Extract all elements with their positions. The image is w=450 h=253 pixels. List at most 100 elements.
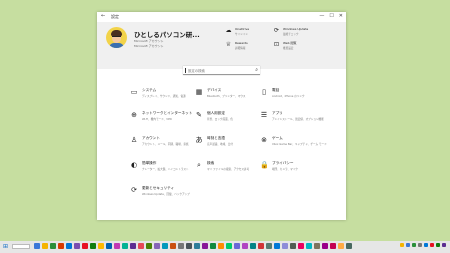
taskbar-app-icon[interactable] (314, 243, 320, 249)
maximize-button[interactable]: ☐ (329, 13, 333, 19)
tray-icon[interactable] (400, 243, 404, 247)
taskbar-app-icon[interactable] (266, 243, 272, 249)
quick-link-rewards[interactable]: ♕ Rewards 詳細情報 (225, 41, 248, 50)
avatar-glasses (112, 36, 121, 38)
taskbar: ⊞ (0, 241, 450, 253)
window-title: 設定 (111, 14, 119, 19)
title-bar: ← 設定 — ☐ ✕ (97, 12, 346, 22)
taskbar-app-icon[interactable] (138, 243, 144, 249)
accessibility-icon: ◐ (130, 161, 138, 169)
taskbar-app-icon[interactable] (98, 243, 104, 249)
taskbar-app-icon[interactable] (258, 243, 264, 249)
taskbar-app-icon[interactable] (42, 243, 48, 249)
quick-link-sub: 詳細情報 (235, 47, 246, 50)
gaming-icon: ⊗ (261, 136, 267, 144)
category-search[interactable]: ⌕ 検索 マイ ファイルの検索、アクセス許可 (195, 161, 249, 171)
taskbar-app-icon[interactable] (298, 243, 304, 249)
account-link[interactable]: Microsoft アカウント (134, 44, 164, 48)
taskbar-app-icon[interactable] (82, 243, 88, 249)
person-icon: ♙ (130, 136, 138, 144)
keyboard-icon: ▦ (195, 88, 203, 96)
taskbar-app-icon[interactable] (274, 243, 280, 249)
taskbar-app-icon[interactable] (66, 243, 72, 249)
quick-link-web-browsing[interactable]: ⊡ Web 閲覧 推奨設定 (273, 41, 297, 50)
search-category-icon: ⌕ (197, 161, 201, 169)
taskbar-app-icon[interactable] (186, 243, 192, 249)
cloud-icon: ☁ (225, 27, 232, 34)
avatar-shirt (109, 43, 124, 48)
taskbar-app-icon[interactable] (210, 243, 216, 249)
taskbar-app-icon[interactable] (90, 243, 96, 249)
taskbar-app-icon[interactable] (122, 243, 128, 249)
search-icon[interactable]: ⌕ (255, 67, 258, 73)
tray-icons (400, 243, 446, 247)
taskbar-app-icon[interactable] (194, 243, 200, 249)
taskbar-app-icon[interactable] (74, 243, 80, 249)
tray-icon[interactable] (442, 243, 446, 247)
taskbar-app-icon[interactable] (154, 243, 160, 249)
account-name: ひとしるパソコン研... (134, 31, 200, 39)
time-language-icon: あ (195, 136, 203, 144)
taskbar-app-icon[interactable] (162, 243, 168, 249)
category-network[interactable]: ⊕ ネットワークとインターネット Wi-Fi、機内モード、VPN (130, 111, 192, 121)
tray-icon[interactable] (418, 243, 422, 247)
taskbar-app-icon[interactable] (106, 243, 112, 249)
close-button[interactable]: ✕ (339, 13, 343, 19)
taskbar-app-icon[interactable] (290, 243, 296, 249)
category-apps[interactable]: ☰ アプリ アンインストール、既定値、オプション機能 (260, 111, 324, 121)
taskbar-app-icon[interactable] (322, 243, 328, 249)
category-gaming[interactable]: ⊗ ゲーム Xbox Game Bar、キャプチャ、ゲーム モード (260, 136, 327, 146)
taskbar-app-icon[interactable] (242, 243, 248, 249)
category-description: Xbox Game Bar、キャプチャ、ゲーム モード (272, 143, 327, 146)
taskbar-app-icon[interactable] (282, 243, 288, 249)
taskbar-app-icon[interactable] (58, 243, 64, 249)
taskbar-app-icon[interactable] (306, 243, 312, 249)
quick-link-windows-update[interactable]: ⟳ Windows Update 最終チェック (273, 27, 308, 36)
tray-icon[interactable] (412, 243, 416, 247)
taskbar-app-icon[interactable] (146, 243, 152, 249)
category-time-language[interactable]: あ 時刻と言語 音声認識、地域、日付 (195, 136, 233, 146)
settings-search[interactable]: 設定の検索 ⌕ (183, 66, 260, 75)
quick-link-sub: サインイン (235, 33, 248, 36)
taskbar-app-icon[interactable] (178, 243, 184, 249)
taskbar-app-icon[interactable] (34, 243, 40, 249)
taskbar-app-icon[interactable] (218, 243, 224, 249)
taskbar-app-icon[interactable] (50, 243, 56, 249)
taskbar-app-icon[interactable] (250, 243, 256, 249)
category-title: アプリ (272, 111, 283, 115)
back-button[interactable]: ← (101, 13, 105, 19)
quick-link-onedrive[interactable]: ☁ OneDrive サインイン (225, 27, 250, 36)
taskbar-app-icon[interactable] (202, 243, 208, 249)
search-placeholder: 設定の検索 (188, 69, 205, 73)
taskbar-app-icon[interactable] (330, 243, 336, 249)
refresh-icon: ⟳ (131, 186, 137, 194)
taskbar-app-icon[interactable] (338, 243, 344, 249)
category-title: 電話 (272, 88, 280, 92)
category-privacy[interactable]: 🔒 プライバシー 場所、カメラ、マイク (260, 161, 298, 171)
taskbar-app-icon[interactable] (114, 243, 120, 249)
tray-icon[interactable] (430, 243, 434, 247)
apps-icon: ☰ (260, 111, 268, 119)
category-phone[interactable]: ▯ 電話 Android、iPhone のリンク (260, 88, 305, 98)
brush-icon: ✎ (196, 111, 202, 119)
category-system[interactable]: ▭ システム ディスプレイ、サウンド、通知、電源 (130, 88, 186, 98)
tray-icon[interactable] (406, 243, 410, 247)
windows-start-icon[interactable]: ⊞ (3, 243, 8, 250)
minimize-button[interactable]: — (319, 13, 324, 19)
category-devices[interactable]: ▦ デバイス Bluetooth、プリンター、マウス (195, 88, 246, 98)
tray-icon[interactable] (424, 243, 428, 247)
category-personalization[interactable]: ✎ 個人用設定 背景、ロック画面、色 (195, 111, 233, 121)
taskbar-app-icon[interactable] (234, 243, 240, 249)
category-accounts[interactable]: ♙ アカウント アカウント、メール、同期、職場、家族 (130, 136, 189, 146)
category-ease-of-access[interactable]: ◐ 簡単操作 ナレーター、拡大鏡、ハイコントラスト (130, 161, 189, 171)
taskbar-app-icon[interactable] (130, 243, 136, 249)
taskbar-search-box[interactable] (12, 244, 30, 249)
category-update-security[interactable]: ⟳ 更新とセキュリティ Windows Update、回復、バックアップ (130, 186, 190, 196)
tray-icon[interactable] (436, 243, 440, 247)
avatar[interactable] (106, 27, 127, 48)
taskbar-app-icon[interactable] (226, 243, 232, 249)
taskbar-app-icon[interactable] (170, 243, 176, 249)
taskbar-app-icon[interactable] (346, 243, 352, 249)
category-description: 場所、カメラ、マイク (272, 168, 298, 171)
text-caret (185, 68, 186, 73)
